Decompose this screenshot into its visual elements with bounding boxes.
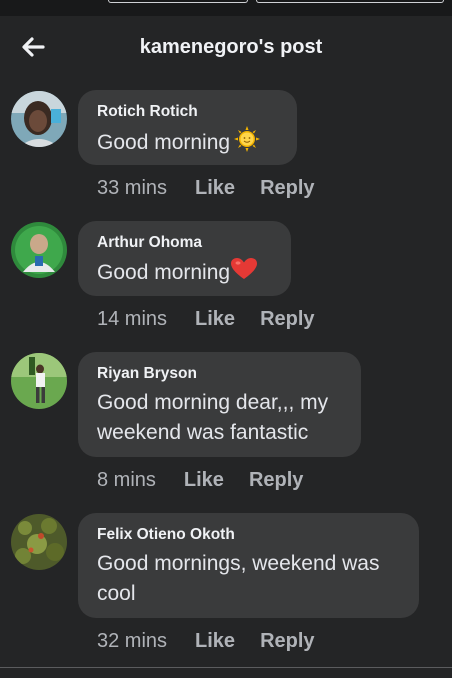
comment-bubble[interactable]: Riyan Bryson Good morning dear,,, my wee… — [78, 352, 361, 457]
comment-time[interactable]: 14 mins — [97, 308, 167, 331]
like-button[interactable]: Like — [195, 630, 235, 653]
comment-bubble[interactable]: Arthur Ohoma Good morning — [78, 221, 291, 296]
toolbar-button-edge — [108, 0, 248, 3]
comment-text: Good mornings, weekend was cool — [97, 549, 400, 609]
reply-button[interactable]: Reply — [260, 308, 314, 331]
avatar[interactable] — [11, 91, 67, 147]
page-title: kamenegoro's post — [139, 36, 323, 58]
comment-time[interactable]: 32 mins — [97, 630, 167, 653]
comment-text-content: Good morning — [97, 131, 231, 155]
like-button[interactable]: Like — [184, 469, 224, 492]
comment-actions: 33 mins Like Reply — [97, 177, 315, 200]
avatar[interactable] — [11, 514, 67, 570]
comment-actions: 32 mins Like Reply — [97, 630, 315, 653]
reply-button[interactable]: Reply — [260, 630, 314, 653]
post-header: kamenegoro's post — [0, 16, 452, 80]
comment-text: Good morning — [97, 257, 272, 290]
comment-bubble[interactable]: Felix Otieno Okoth Good mornings, weeken… — [78, 513, 419, 618]
comment-bubble[interactable]: Rotich Rotich Good morning — [78, 90, 297, 165]
top-toolbar-edge — [0, 0, 452, 16]
like-button[interactable]: Like — [195, 308, 235, 331]
comment-text: Good morning dear,,, my weekend was fant… — [97, 388, 342, 448]
toolbar-button-edge — [256, 0, 444, 3]
reply-button[interactable]: Reply — [260, 177, 314, 200]
comment-time[interactable]: 33 mins — [97, 177, 167, 200]
comment-author[interactable]: Riyan Bryson — [97, 364, 342, 384]
avatar[interactable] — [11, 222, 67, 278]
comment-actions: 14 mins Like Reply — [97, 308, 315, 331]
comment-text-line: Good mornings, weekend was — [97, 552, 380, 575]
avatar[interactable] — [11, 353, 67, 409]
like-button[interactable]: Like — [195, 177, 235, 200]
red-heart-emoji — [230, 257, 258, 290]
comment-text-line: weekend was fantastic — [97, 421, 309, 444]
comment-time[interactable]: 8 mins — [97, 469, 156, 492]
comment-author[interactable]: Arthur Ohoma — [97, 233, 272, 253]
comment-text-line: Good morning dear,,, my — [97, 391, 329, 414]
comment-text-content: Good morning — [97, 261, 231, 285]
sun-face-emoji — [234, 126, 261, 161]
bottom-divider — [0, 667, 452, 678]
reply-button[interactable]: Reply — [249, 469, 303, 492]
comment-text: Good morning — [97, 126, 278, 161]
comment-author[interactable]: Rotich Rotich — [97, 102, 278, 122]
comment-actions: 8 mins Like Reply — [97, 469, 303, 492]
comment-text-line: cool — [97, 582, 136, 605]
comment-author[interactable]: Felix Otieno Okoth — [97, 525, 400, 545]
